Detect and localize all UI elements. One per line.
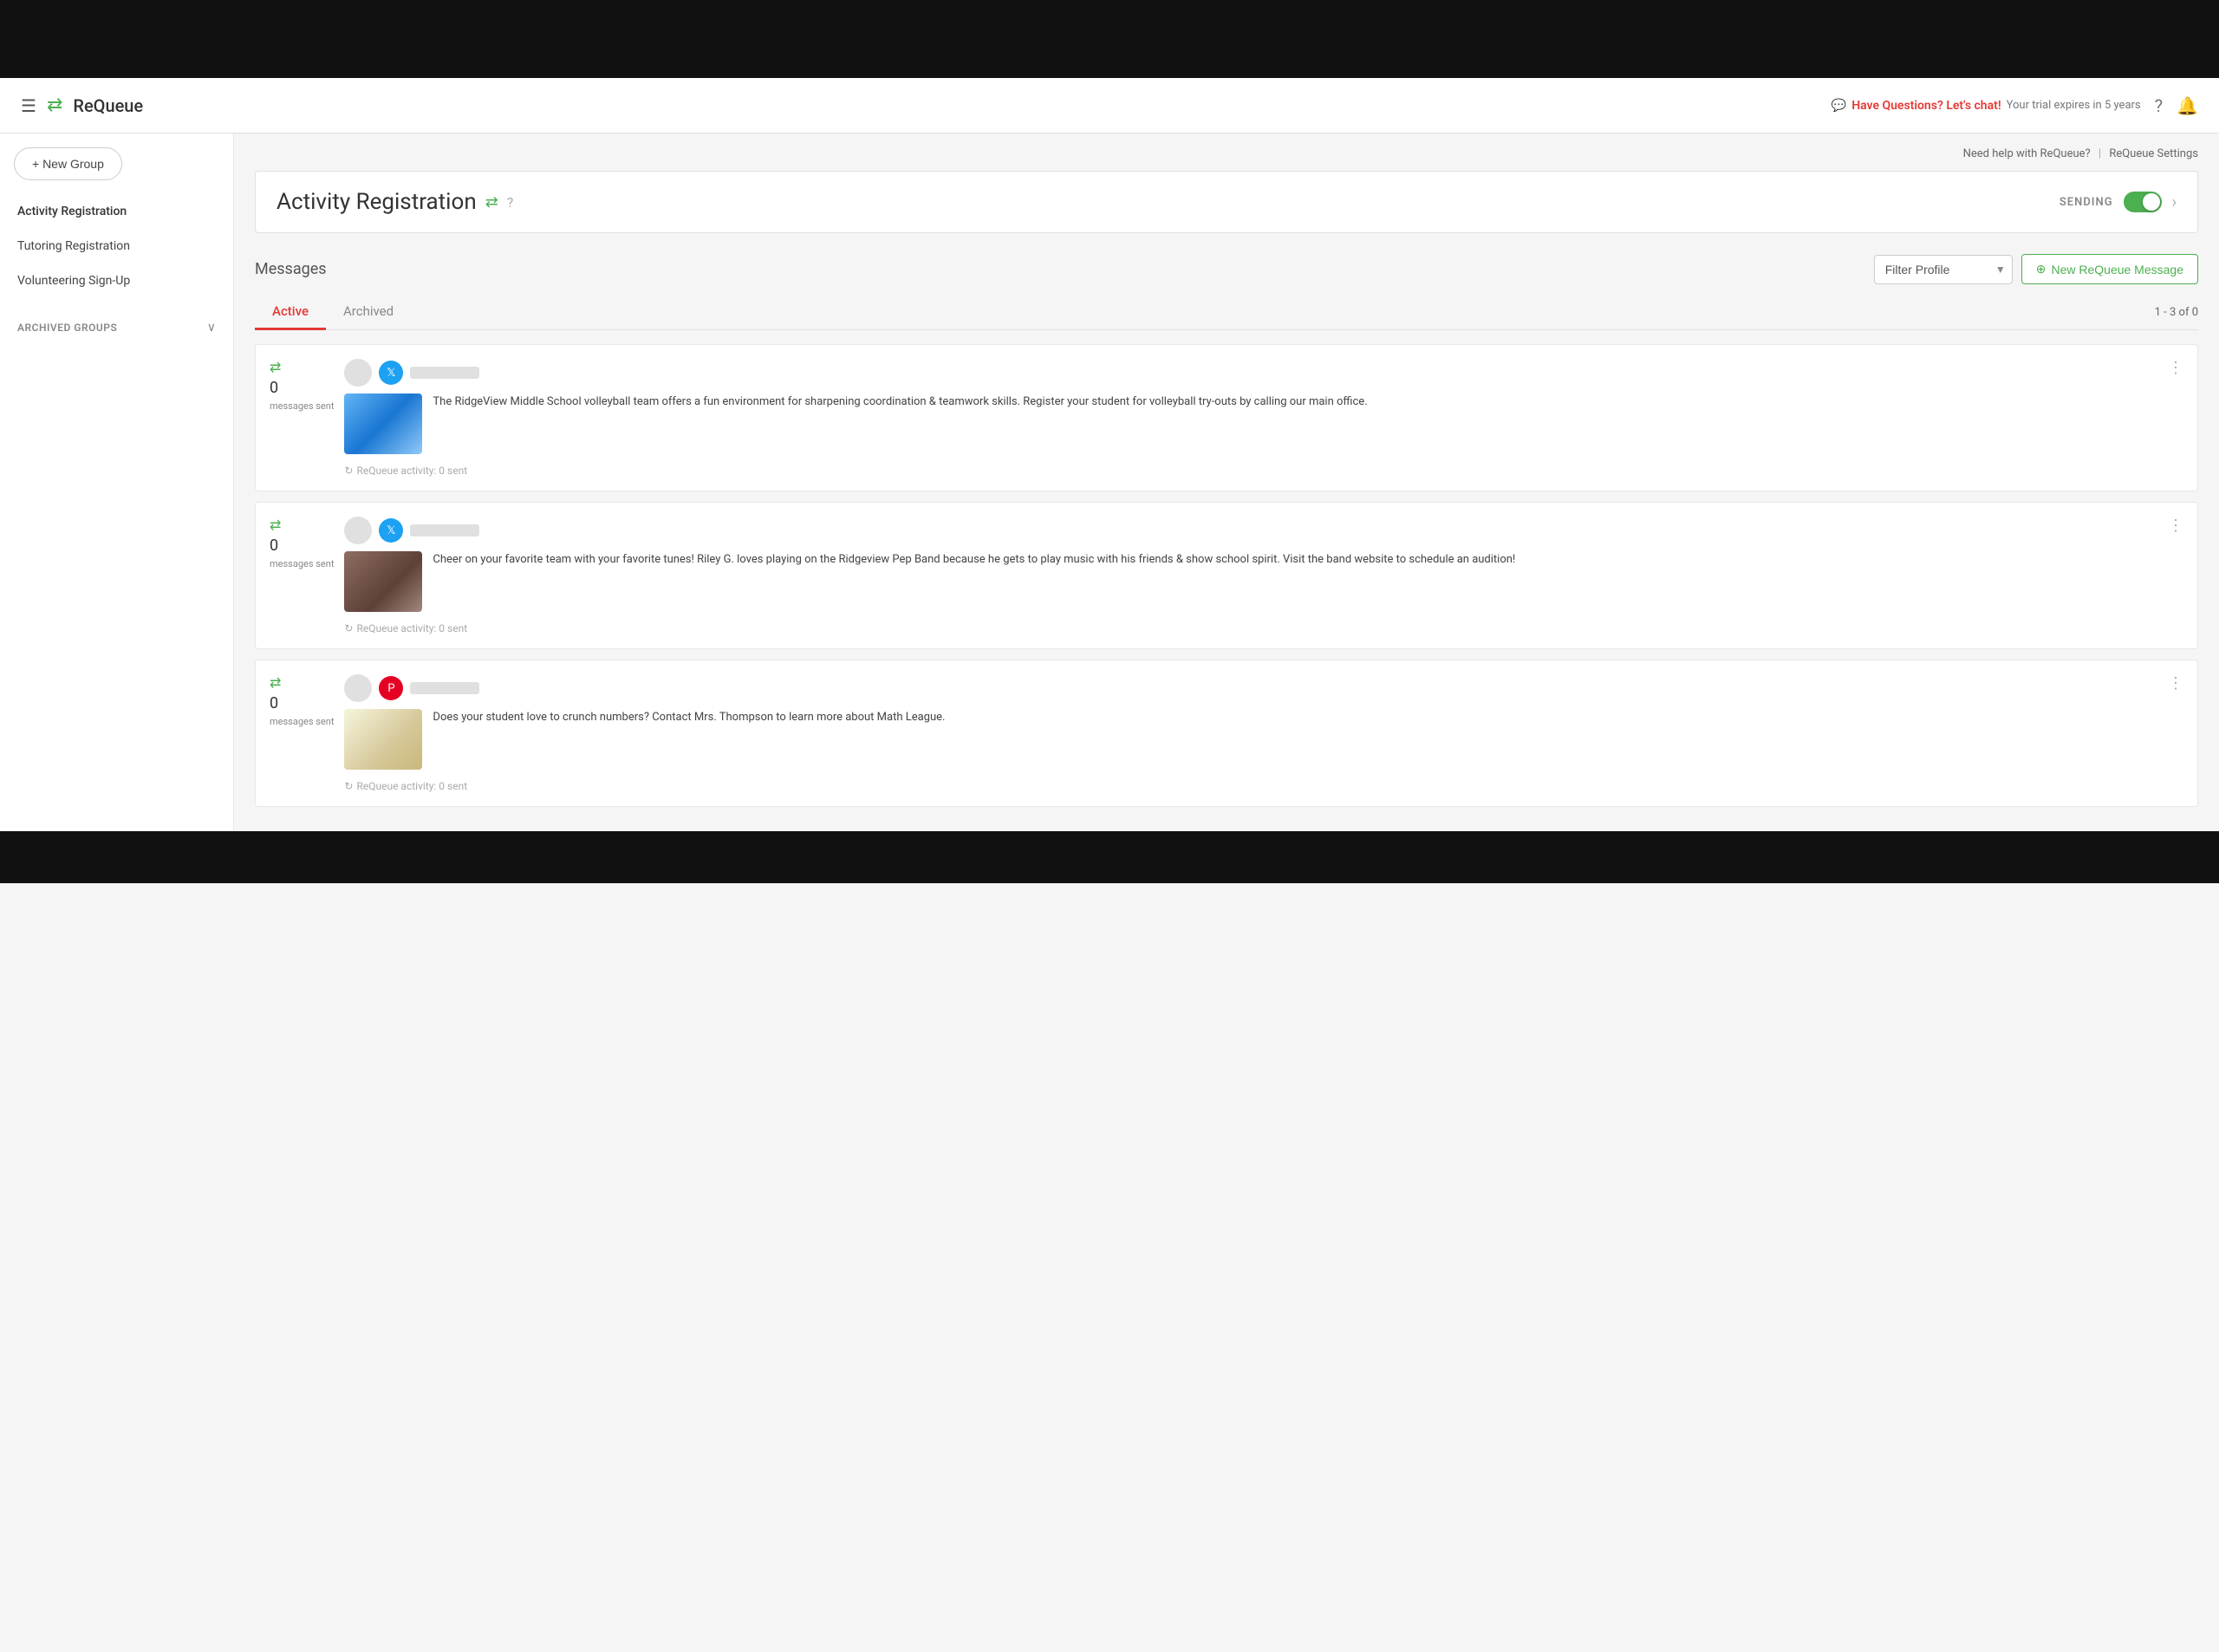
archived-groups-section[interactable]: ARCHIVED GROUPS ∨: [0, 312, 233, 343]
plus-circle-icon: ⊕: [2036, 262, 2047, 276]
help-icon[interactable]: ?: [2155, 95, 2163, 116]
notification-icon[interactable]: 🔔: [2177, 95, 2198, 116]
group-title: Activity Registration: [277, 189, 477, 215]
more-options-icon-3[interactable]: ⋮: [2168, 674, 2183, 693]
hamburger-icon[interactable]: ☰: [21, 95, 36, 116]
sidebar-item-volunteering-signup[interactable]: Volunteering Sign-Up: [0, 263, 233, 298]
avatar-1: [344, 359, 372, 387]
trial-text: Your trial expires in 5 years: [2007, 99, 2141, 112]
chat-link[interactable]: Have Questions? Let's chat!: [1851, 99, 2001, 113]
main-content: Need help with ReQueue? | ReQueue Settin…: [234, 133, 2219, 831]
shuffle-icon-1: ⇄: [270, 359, 281, 375]
name-bar-1: [410, 367, 479, 379]
shuffle-icon: ⇄: [485, 193, 498, 211]
requeue-activity-2: ↻ ReQueue activity: 0 sent: [344, 622, 2183, 634]
stat-count-1: 0: [270, 379, 278, 397]
pagination-text: 1 - 3 of 0: [2155, 306, 2198, 319]
separator: |: [2099, 147, 2101, 160]
stat-count-2: 0: [270, 537, 278, 555]
requeue-activity-3: ↻ ReQueue activity: 0 sent: [344, 780, 2183, 792]
recycle-icon-2: ↻: [344, 622, 353, 634]
message-image-2: [344, 551, 422, 612]
chat-bubble-icon: 💬: [1832, 99, 1846, 113]
sending-label: SENDING: [2060, 196, 2113, 209]
shuffle-icon-2: ⇄: [270, 517, 281, 533]
chevron-down-icon: ∨: [207, 321, 216, 335]
group-header-card: Activity Registration ⇄ ? SENDING ›: [255, 171, 2198, 233]
settings-link[interactable]: ReQueue Settings: [2109, 147, 2198, 160]
message-tabs: Active Archived: [255, 295, 411, 329]
recycle-icon-1: ↻: [344, 465, 353, 477]
stat-label-3: messages sent: [270, 716, 334, 727]
sending-toggle[interactable]: [2124, 192, 2162, 212]
recycle-icon-3: ↻: [344, 780, 353, 792]
message-image-3: [344, 709, 422, 770]
stat-label-1: messages sent: [270, 400, 334, 412]
tab-active[interactable]: Active: [255, 295, 326, 330]
help-link[interactable]: Need help with ReQueue?: [1963, 147, 2091, 160]
tab-archived[interactable]: Archived: [326, 295, 411, 330]
message-card-2: ⇄ 0 messages sent 𝕏 Cheer on your favori…: [255, 502, 2198, 649]
message-stats-3: ⇄ 0 messages sent: [270, 674, 334, 727]
name-bar-2: [410, 524, 479, 537]
message-text-2: Cheer on your favorite team with your fa…: [433, 551, 2183, 569]
messages-header: Messages Filter Profile ▼ ⊕ New ReQueue …: [255, 254, 2198, 284]
app-header: ☰ ⇄ ReQueue 💬 Have Questions? Let's chat…: [0, 78, 2219, 133]
sidebar: + New Group Activity Registration Tutori…: [0, 133, 234, 831]
pinterest-badge-3: P: [379, 676, 403, 700]
archived-groups-label: ARCHIVED GROUPS: [17, 322, 117, 334]
group-expand-icon[interactable]: ›: [2172, 193, 2177, 211]
tabs-row: Active Archived 1 - 3 of 0: [255, 295, 2198, 330]
toggle-knob: [2143, 193, 2160, 211]
message-text-1: The RidgeView Middle School volleyball t…: [433, 393, 2183, 411]
name-bar-3: [410, 682, 479, 694]
message-content-3: P Does your student love to crunch numbe…: [344, 674, 2183, 792]
filter-profile-select[interactable]: Filter Profile: [1874, 255, 2013, 284]
stat-count-3: 0: [270, 694, 278, 712]
twitter-badge-1: 𝕏: [379, 361, 403, 385]
sidebar-item-tutoring-registration[interactable]: Tutoring Registration: [0, 229, 233, 263]
filter-profile-wrapper: Filter Profile ▼: [1874, 255, 2013, 284]
message-stats-1: ⇄ 0 messages sent: [270, 359, 334, 412]
messages-title: Messages: [255, 260, 327, 278]
more-options-icon-1[interactable]: ⋮: [2168, 359, 2183, 377]
shuffle-icon-3: ⇄: [270, 674, 281, 691]
logo-icon: ⇄: [47, 94, 62, 116]
app-title: ReQueue: [73, 95, 143, 116]
new-requeue-message-button[interactable]: ⊕ New ReQueue Message: [2021, 254, 2198, 284]
message-content-2: 𝕏 Cheer on your favorite team with your …: [344, 517, 2183, 634]
stat-label-2: messages sent: [270, 558, 334, 569]
more-options-icon-2[interactable]: ⋮: [2168, 517, 2183, 535]
message-card-3: ⇄ 0 messages sent P Does your student lo…: [255, 660, 2198, 807]
sidebar-item-activity-registration[interactable]: Activity Registration: [0, 194, 233, 229]
message-card: ⇄ 0 messages sent 𝕏 The RidgeView Middle…: [255, 344, 2198, 491]
new-message-label: New ReQueue Message: [2051, 263, 2183, 276]
message-content-1: 𝕏 The RidgeView Middle School volleyball…: [344, 359, 2183, 477]
new-group-button[interactable]: + New Group: [14, 147, 122, 180]
trial-chat-area: 💬 Have Questions? Let's chat! Your trial…: [1832, 99, 2141, 113]
message-image-1: [344, 393, 422, 454]
avatar-2: [344, 517, 372, 544]
twitter-badge-2: 𝕏: [379, 518, 403, 543]
top-links-bar: Need help with ReQueue? | ReQueue Settin…: [255, 147, 2198, 160]
avatar-3: [344, 674, 372, 702]
requeue-activity-1: ↻ ReQueue activity: 0 sent: [344, 465, 2183, 477]
message-stats-2: ⇄ 0 messages sent: [270, 517, 334, 569]
message-text-3: Does your student love to crunch numbers…: [433, 709, 2183, 726]
group-help-icon[interactable]: ?: [507, 194, 514, 211]
